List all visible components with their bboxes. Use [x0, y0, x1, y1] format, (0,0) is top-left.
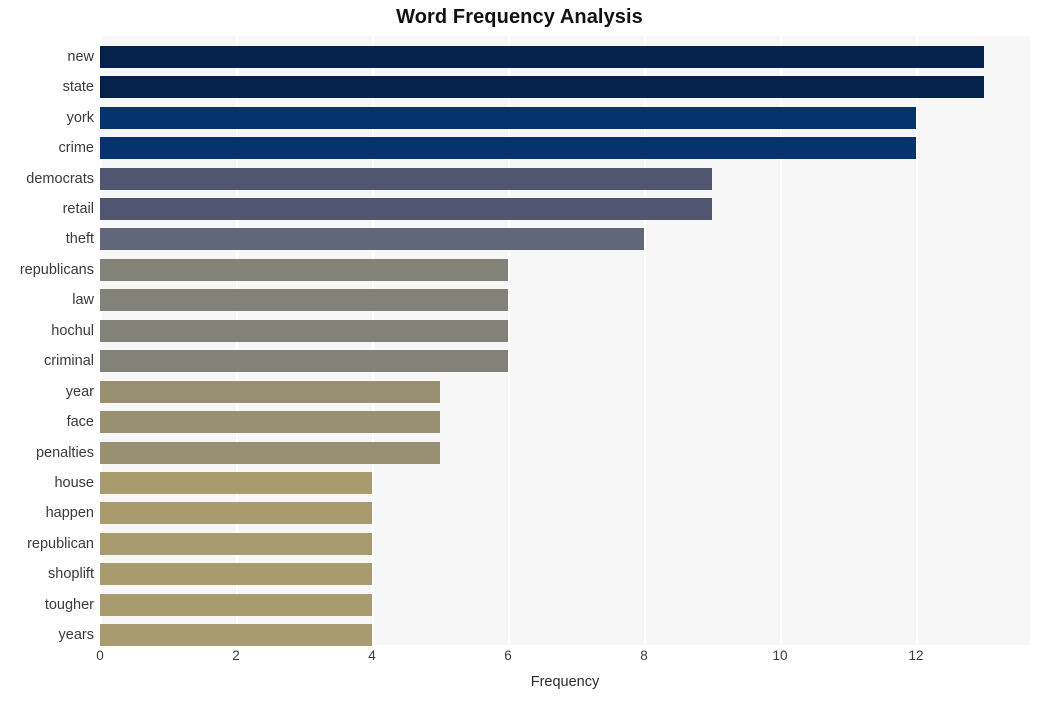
x-axis-label: Frequency	[530, 674, 600, 690]
y-axis-tick-label: republicans	[19, 261, 94, 278]
bar[interactable]	[100, 441, 440, 464]
bar[interactable]	[100, 532, 372, 555]
y-axis-tick-label: criminal	[44, 353, 94, 370]
x-axis-tick-label: 12	[908, 648, 924, 663]
x-axis-tick-labels: 0 2 4 6 8 10 12	[0, 648, 1039, 670]
y-axis-tick-label: year	[65, 383, 94, 400]
y-axis-tick-label: tougher	[44, 596, 94, 613]
y-axis-tick-label: years	[58, 627, 94, 644]
bar[interactable]	[100, 502, 372, 525]
y-axis-tick-label: penalties	[35, 444, 94, 461]
bar[interactable]	[100, 228, 645, 251]
bar[interactable]	[100, 593, 372, 616]
bar[interactable]	[100, 411, 440, 434]
y-axis-tick-label: york	[66, 109, 94, 126]
y-axis-tick-label: hochul	[51, 322, 94, 339]
bar[interactable]	[100, 472, 372, 495]
y-axis-tick-labels: new state york crime democrats retail theft rep…	[0, 36, 94, 645]
bar[interactable]	[100, 380, 440, 403]
chart-title: Word Frequency Analysis	[396, 6, 643, 28]
plot-area	[100, 36, 1030, 647]
y-axis-tick-label: new	[67, 48, 94, 65]
bar[interactable]	[100, 76, 985, 99]
bar[interactable]	[100, 319, 508, 342]
y-axis-tick-label: state	[62, 79, 94, 96]
x-axis-tick-label: 0	[96, 648, 104, 663]
x-axis-tick-label: 8	[640, 648, 648, 663]
bar[interactable]	[100, 350, 508, 373]
y-axis-tick-label: republican	[27, 535, 94, 552]
y-axis-tick-label: theft	[65, 231, 94, 248]
x-axis-tick-label: 10	[772, 648, 788, 663]
y-axis-tick-label: retail	[62, 200, 94, 217]
y-axis-tick-label: face	[66, 414, 94, 431]
y-axis-tick-label: house	[54, 475, 94, 492]
bar[interactable]	[100, 624, 372, 647]
bar[interactable]	[100, 289, 508, 312]
bar[interactable]	[100, 197, 713, 220]
bar[interactable]	[100, 137, 917, 160]
chart-figure: Word Frequency Analysis new state york crim…	[0, 0, 1039, 701]
bar[interactable]	[100, 258, 508, 281]
x-axis-tick-label: 2	[232, 648, 240, 663]
bar[interactable]	[100, 563, 372, 586]
bar[interactable]	[100, 45, 985, 68]
bars-container	[100, 36, 1030, 647]
y-axis-tick-label: crime	[58, 140, 94, 157]
y-axis-tick-label: democrats	[26, 170, 94, 187]
y-axis-tick-label: happen	[45, 505, 94, 522]
x-axis-tick-label: 6	[504, 648, 512, 663]
y-axis-tick-label: law	[72, 292, 94, 309]
y-axis-tick-label: shoplift	[48, 566, 94, 583]
x-axis-tick-label: 4	[368, 648, 376, 663]
bar[interactable]	[100, 167, 713, 190]
bar[interactable]	[100, 106, 917, 129]
